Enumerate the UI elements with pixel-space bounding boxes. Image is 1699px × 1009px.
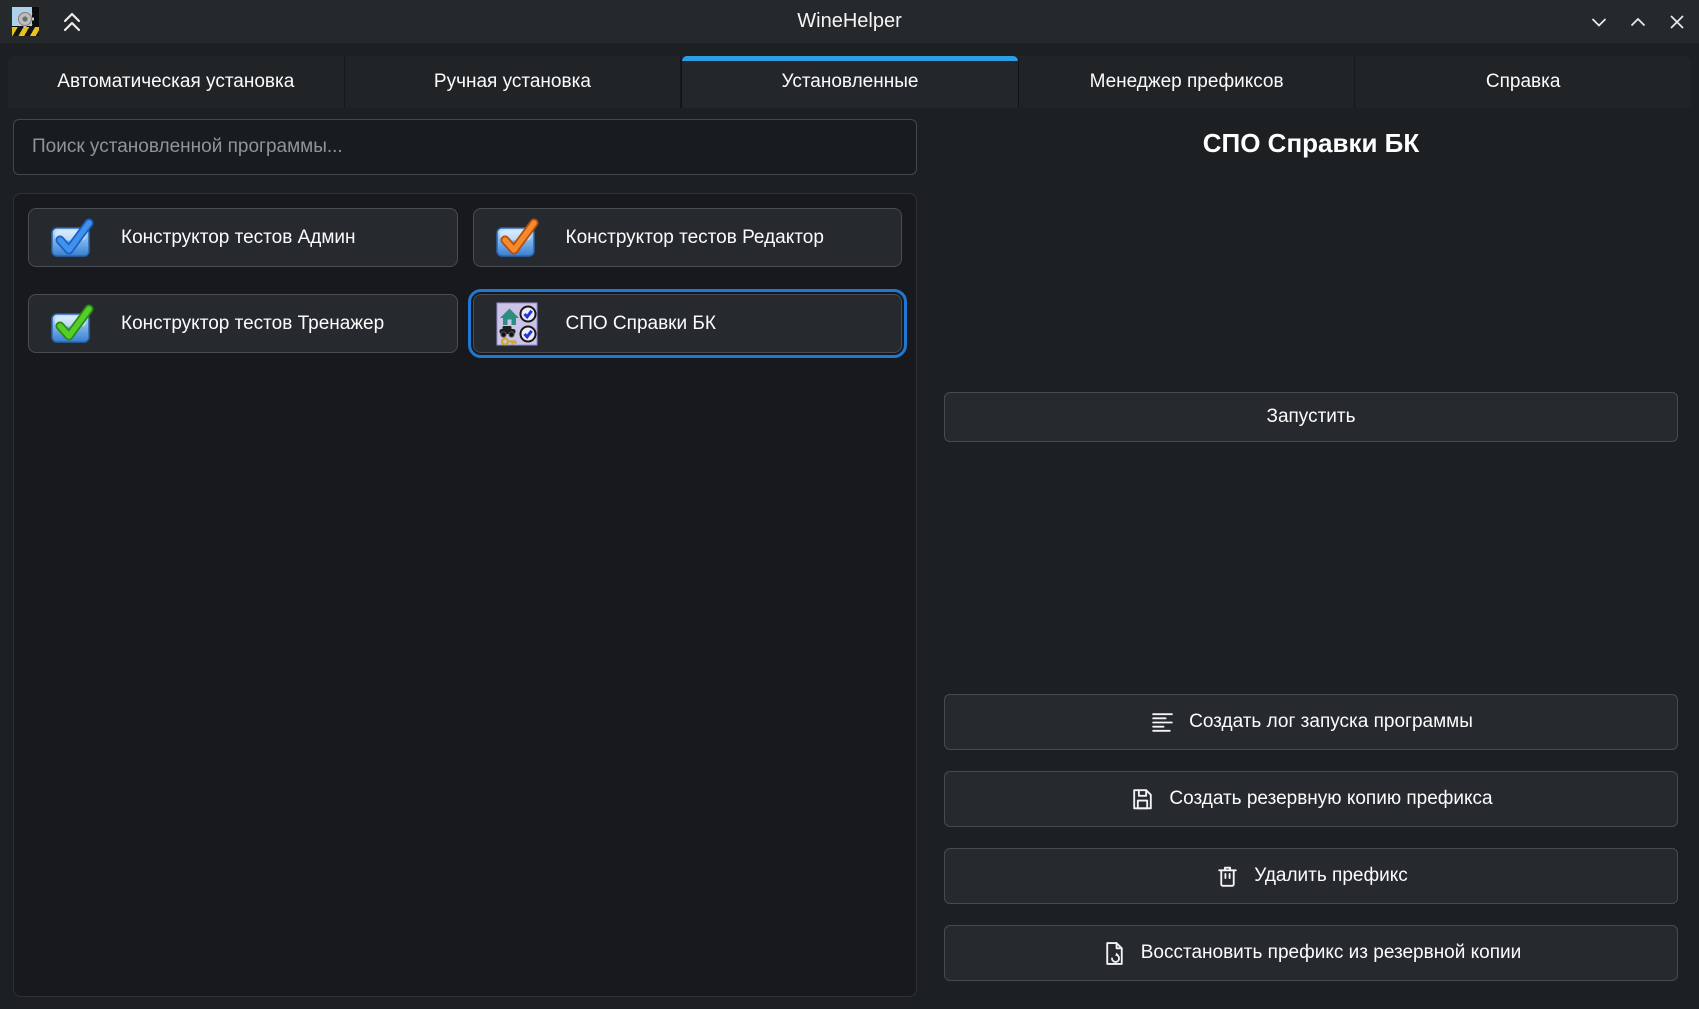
shade-window-button[interactable] — [57, 8, 87, 36]
minimize-chevron-down-icon[interactable] — [1587, 10, 1611, 34]
program-label: Конструктор тестов Тренажер — [121, 313, 384, 335]
action-label: Удалить префикс — [1254, 865, 1408, 887]
double-chevron-up-icon — [57, 8, 87, 36]
trash-icon — [1214, 863, 1241, 890]
tab-prefix-manager[interactable]: Менеджер префиксов — [1019, 56, 1356, 108]
delete-prefix-button[interactable]: Удалить префикс — [944, 848, 1678, 904]
program-item-konstruktor-trenazher[interactable]: Конструктор тестов Тренажер — [28, 294, 458, 353]
log-lines-icon — [1149, 709, 1176, 736]
orange-check-icon — [494, 215, 540, 261]
window-title: WineHelper — [0, 0, 1699, 43]
program-label: Конструктор тестов Редактор — [566, 227, 824, 249]
action-label: Создать резервную копию префикса — [1169, 788, 1492, 810]
tab-label: Менеджер префиксов — [1090, 71, 1284, 93]
program-item-spo-spravki-bk[interactable]: СПО Справки БК — [473, 294, 903, 353]
program-item-konstruktor-admin[interactable]: Конструктор тестов Админ — [28, 208, 458, 267]
backup-prefix-button[interactable]: Создать резервную копию префикса — [944, 771, 1678, 827]
blue-check-icon — [49, 215, 95, 261]
tab-label: Установленные — [782, 71, 919, 93]
tab-help[interactable]: Справка — [1355, 56, 1691, 108]
hazard-stripe — [12, 27, 39, 36]
selected-program-title: СПО Справки БК — [944, 128, 1678, 159]
tab-label: Ручная установка — [434, 71, 591, 93]
spo-app-icon — [494, 301, 540, 347]
restore-prefix-button[interactable]: Восстановить префикс из резервной копии — [944, 925, 1678, 981]
active-tab-indicator — [682, 56, 1018, 61]
restore-document-icon — [1101, 940, 1128, 967]
program-label: Конструктор тестов Админ — [121, 227, 356, 249]
tab-label: Автоматическая установка — [57, 71, 294, 93]
action-label: Создать лог запуска программы — [1189, 711, 1473, 733]
installed-programs-panel: Конструктор тестов Админ Конструктор тес… — [13, 193, 917, 997]
titlebar[interactable]: WineHelper — [0, 0, 1699, 43]
program-item-konstruktor-redaktor[interactable]: Конструктор тестов Редактор — [473, 208, 903, 267]
create-log-button[interactable]: Создать лог запуска программы — [944, 694, 1678, 750]
search-input[interactable] — [13, 119, 917, 175]
tab-automatic-install[interactable]: Автоматическая установка — [8, 56, 345, 108]
window-controls — [1587, 0, 1689, 43]
tab-manual-install[interactable]: Ручная установка — [345, 56, 682, 108]
winehelper-app-icon — [11, 6, 40, 37]
floppy-disk-icon — [1129, 786, 1156, 813]
program-label: СПО Справки БК — [566, 313, 716, 335]
tab-label: Справка — [1486, 71, 1561, 93]
action-label: Восстановить префикс из резервной копии — [1141, 942, 1522, 964]
run-button[interactable]: Запустить — [944, 392, 1678, 442]
tab-bar: Автоматическая установка Ручная установк… — [8, 56, 1691, 108]
green-check-icon — [49, 301, 95, 347]
tab-installed[interactable]: Установленные — [681, 56, 1019, 108]
close-icon[interactable] — [1665, 10, 1689, 34]
maximize-chevron-up-icon[interactable] — [1626, 10, 1650, 34]
run-button-label: Запустить — [1266, 406, 1355, 428]
